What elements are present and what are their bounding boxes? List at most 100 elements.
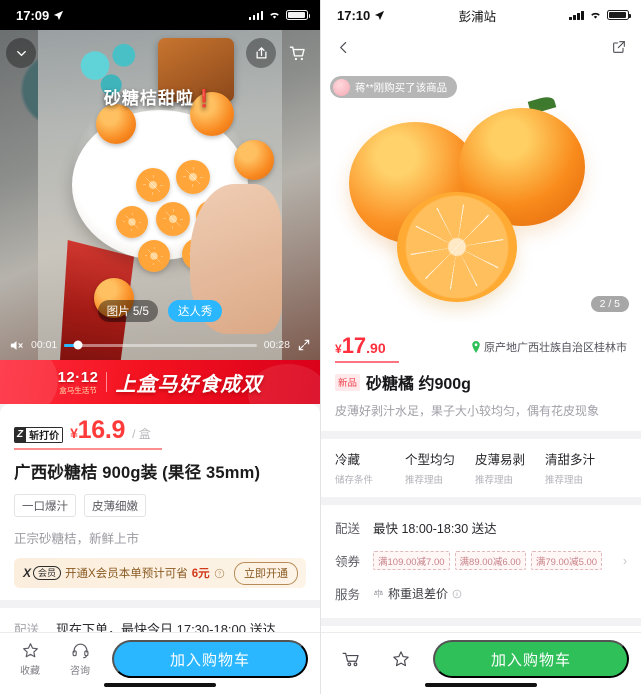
left-bottom-bar: 收藏 咨询 加入购物车 (0, 632, 320, 694)
right-delivery-card: 配送 最快 18:00-18:30 送达 领券 满109.00减7.00 满89… (321, 505, 641, 618)
signal-bars-icon (569, 10, 584, 20)
consult-button[interactable]: 咨询 (62, 641, 98, 677)
location-arrow-icon (374, 10, 385, 21)
add-to-cart-button[interactable]: 加入购物车 (433, 640, 629, 678)
right-status-bar: 17:10 彭浦站 (321, 0, 641, 30)
price-underline (335, 361, 399, 363)
product-feature-row: 冷藏 储存条件 个型均匀 推荐理由 皮薄易剥 推荐理由 清甜多汁 推荐理由 (321, 439, 641, 497)
video-player[interactable]: 砂糖桔甜啦❗ 图片 5/5 达人秀 00:01 00:28 (0, 30, 320, 360)
feature-sub: 推荐理由 (545, 475, 584, 486)
dual-phone-screenshot: 17:09 砂糖桔甜啦❗ 图片 5/5 达人秀 00:01 00:28 12·1… (0, 0, 641, 694)
price-underline (14, 448, 162, 450)
wifi-icon (589, 10, 602, 20)
info-circle-icon[interactable] (452, 589, 462, 599)
share-box-icon[interactable] (611, 39, 627, 55)
feature-sub: 推荐理由 (475, 475, 514, 486)
service-value: 称重退差价 (388, 587, 449, 601)
product-price: ¥17.90 (335, 333, 386, 358)
add-to-cart-button[interactable]: 加入购物车 (112, 640, 308, 678)
product-title: 砂糖橘 约900g (366, 376, 471, 393)
coupon-item[interactable]: 满89.00减6.00 (454, 551, 526, 570)
video-time-total: 00:28 (263, 339, 290, 351)
battery-icon (606, 9, 631, 21)
volume-mute-icon[interactable] (9, 339, 24, 352)
product-chip-row: 一口爆汁 皮薄细嫩 (14, 494, 306, 517)
product-price: ¥16.9 (70, 416, 126, 444)
feature-title: 清甜多汁 (545, 453, 596, 467)
product-orange-slice (397, 192, 517, 302)
member-open-button[interactable]: 立即开通 (234, 561, 298, 585)
store-name: 彭浦站 (458, 9, 497, 24)
expand-icon[interactable] (297, 338, 311, 352)
delivery-value: 最快 18:00-18:30 送达 (373, 522, 497, 536)
recent-purchase-text: 蒋**刚购买了该商品 (355, 81, 448, 94)
svg-text:?: ? (218, 571, 221, 577)
coupon-item[interactable]: 满109.00减7.00 (373, 551, 450, 570)
feature-item: 冷藏 储存条件 (335, 449, 405, 486)
coupon-list: 满109.00减7.00 满89.00减6.00 满79.00减5.00 (373, 551, 623, 570)
favorite-button[interactable] (383, 649, 419, 669)
left-status-bar: 17:09 (0, 0, 320, 30)
video-scrubber[interactable] (64, 340, 257, 350)
right-product-card: ¥17.90 原产地广西壮族自治区桂林市 新品 砂糖橘 约900g 皮薄好剥汁水… (321, 322, 641, 431)
headset-icon (71, 641, 90, 660)
price-tag-badge: Z 斩打价 (14, 426, 64, 443)
cart-button[interactable] (333, 649, 369, 670)
promo-logo: 12·12 盒马生活节 (57, 368, 99, 395)
cart-icon (341, 649, 362, 670)
signal-bars-icon (248, 10, 263, 20)
chevron-down-icon[interactable] (6, 38, 36, 68)
feature-item: 皮薄易剥 推荐理由 (475, 449, 545, 486)
right-nav-bar (321, 30, 641, 64)
chevron-right-icon[interactable]: › (623, 554, 627, 568)
price-row: Z 斩打价 ¥16.9 / 盒 (14, 416, 306, 445)
video-progress-bar[interactable]: 00:01 00:28 (0, 338, 320, 352)
image-counter: 2 / 5 (590, 296, 629, 312)
product-image-carousel[interactable]: 蒋**刚购买了该商品 2 / 5 (321, 64, 641, 322)
x-member-badge: X 会员 (23, 566, 62, 580)
wifi-icon (268, 10, 281, 20)
star-icon (391, 649, 411, 669)
location-arrow-icon (53, 10, 64, 21)
feature-item: 清甜多汁 推荐理由 (545, 449, 615, 486)
left-status-time: 17:09 (16, 7, 50, 23)
promo-banner[interactable]: 12·12 盒马生活节 上盒马好食成双 (0, 360, 320, 404)
home-indicator (425, 682, 537, 687)
product-origin: 原产地广西壮族自治区桂林市 (471, 339, 627, 355)
star-icon (21, 641, 40, 660)
feature-item: 个型均匀 推荐理由 (405, 449, 475, 486)
talent-show-pill[interactable]: 达人秀 (167, 300, 223, 322)
video-time-current: 00:01 (31, 339, 58, 351)
price-unit: / 盒 (132, 427, 151, 441)
coupon-row[interactable]: 领券 满109.00减7.00 满89.00减6.00 满79.00减5.00 … (335, 544, 627, 577)
new-badge: 新品 (335, 373, 361, 391)
consult-label: 咨询 (70, 666, 90, 677)
cart-icon[interactable] (282, 38, 312, 68)
origin-text: 原产地广西壮族自治区桂林市 (484, 342, 627, 354)
video-overlay-pills: 图片 5/5 达人秀 (0, 300, 320, 322)
favorite-button[interactable]: 收藏 (12, 641, 48, 677)
service-row[interactable]: 服务 称重退差价 (335, 577, 627, 610)
photo-counter-pill[interactable]: 图片 5/5 (97, 300, 158, 322)
member-promo-bar[interactable]: X 会员 开通X会员本单预计可省 6元 ? 立即开通 (14, 558, 306, 588)
right-bottom-bar: 加入购物车 (321, 632, 641, 694)
right-status-time: 17:10 (337, 7, 371, 23)
chevron-left-icon[interactable] (335, 39, 352, 56)
feature-sub: 推荐理由 (405, 475, 444, 486)
delivery-label: 配送 (335, 522, 361, 536)
service-label: 服务 (335, 588, 361, 602)
coupon-label: 领券 (335, 555, 361, 569)
video-caption: 砂糖桔甜啦❗ (103, 89, 217, 108)
left-phone-panel: 17:09 砂糖桔甜啦❗ 图片 5/5 达人秀 00:01 00:28 12·1… (0, 0, 320, 694)
share-icon[interactable] (246, 38, 276, 68)
recent-purchase-toast: 蒋**刚购买了该商品 (330, 76, 458, 98)
coupon-item[interactable]: 满79.00减5.00 (530, 551, 603, 570)
favorite-label: 收藏 (20, 666, 40, 677)
left-product-card: Z 斩打价 ¥16.9 / 盒 广西砂糖桔 900g装 (果径 35mm) 一口爆… (0, 404, 320, 600)
avatar-icon (333, 78, 350, 96)
promo-slogan: 上盒马好食成双 (115, 373, 263, 396)
feature-title: 个型均匀 (405, 453, 456, 467)
question-circle-icon[interactable]: ? (214, 568, 225, 579)
home-indicator (104, 682, 216, 687)
product-chip: 一口爆汁 (14, 494, 76, 517)
